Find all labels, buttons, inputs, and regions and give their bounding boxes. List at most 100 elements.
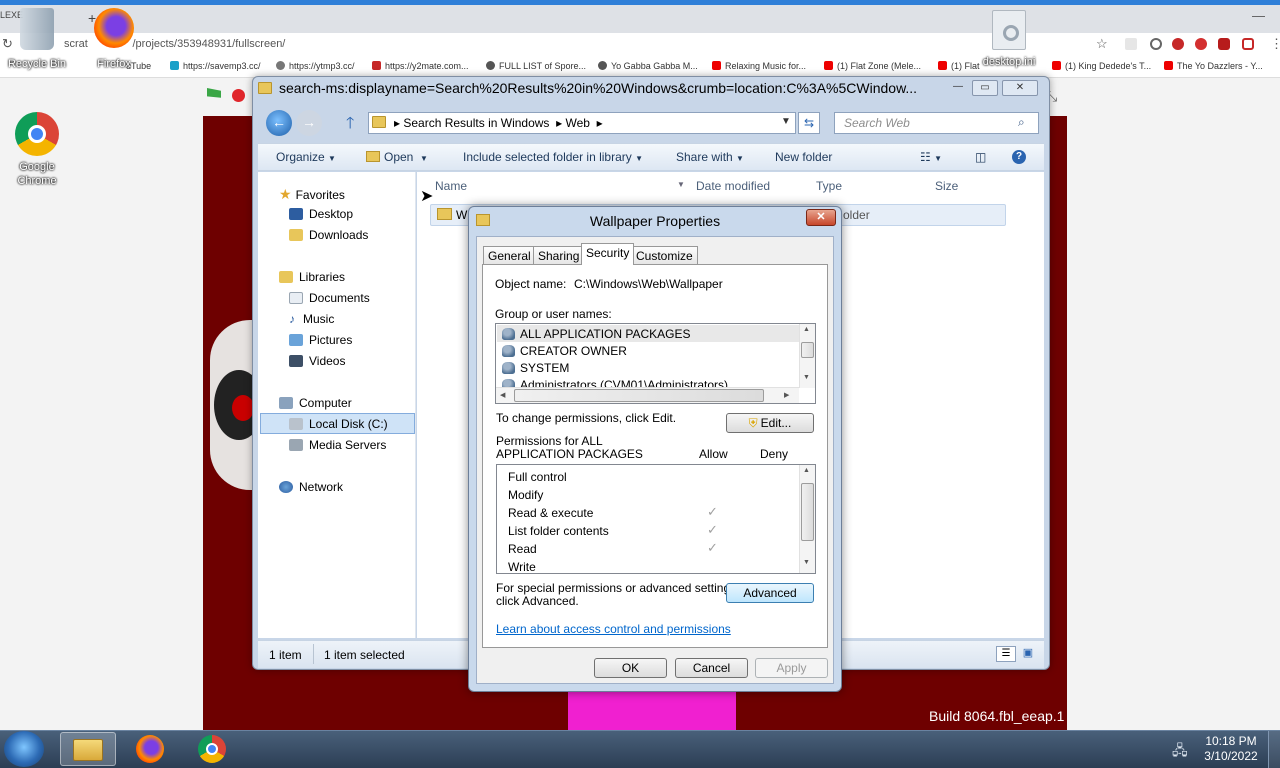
bookmark-item[interactable]: https://ytmp3.cc/ <box>276 61 355 71</box>
organize-button[interactable]: Organize ▼ <box>276 150 336 164</box>
share-with-button[interactable]: Share with ▼ <box>676 150 744 164</box>
bookmark-item[interactable]: The Yo Dazzlers - Y... <box>1164 61 1263 71</box>
extension-icon[interactable] <box>1172 38 1184 50</box>
nav-item-network[interactable]: Network <box>279 480 343 494</box>
start-button[interactable] <box>4 731 44 767</box>
bookmark-item[interactable]: (1) Flat <box>938 61 980 71</box>
nav-item-computer[interactable]: Computer <box>279 396 352 410</box>
extension-icon[interactable] <box>1195 38 1207 50</box>
extension-icon[interactable] <box>1150 38 1162 50</box>
tab-sharing[interactable]: Sharing <box>533 246 585 264</box>
taskbar-chrome[interactable] <box>184 732 240 766</box>
view-options-icon[interactable]: ☷ ▼ <box>920 150 942 164</box>
new-folder-button[interactable]: New folder <box>775 150 832 164</box>
up-arrow-icon[interactable]: 🡑 <box>346 112 354 139</box>
cancel-button[interactable]: Cancel <box>675 658 748 678</box>
firefox-icon <box>94 8 134 48</box>
ok-button[interactable]: OK <box>594 658 667 678</box>
folder-icon <box>366 151 380 162</box>
column-header-name[interactable]: Name <box>435 179 467 193</box>
build-label: Build 8064.fbl_eeap.1 <box>929 708 1065 724</box>
videos-icon <box>289 355 303 367</box>
apply-button[interactable]: Apply <box>755 658 828 678</box>
nav-item-desktop[interactable]: Desktop <box>289 207 353 221</box>
vertical-scrollbar[interactable]: ▲ ▼ <box>799 465 815 573</box>
refresh-button[interactable]: ⇆ <box>798 112 820 134</box>
taskbar-firefox[interactable] <box>122 732 178 766</box>
vertical-scrollbar[interactable]: ▲ ▼ <box>799 324 815 388</box>
system-clock[interactable]: 10:18 PM 3/10/2022 <box>1196 734 1266 764</box>
learn-more-link[interactable]: Learn about access control and permissio… <box>496 622 731 636</box>
allow-column-label: Allow <box>699 447 728 461</box>
network-tray-icon[interactable]: 🖧 <box>1172 740 1188 764</box>
nav-item-videos[interactable]: Videos <box>289 354 345 368</box>
nav-item-favorites[interactable]: ★ Favorites <box>279 186 345 203</box>
maximize-button[interactable]: ▭ <box>972 80 998 96</box>
tab-security[interactable]: Security <box>581 243 635 265</box>
bookmark-item[interactable]: https://savemp3.cc/ <box>170 61 261 71</box>
nav-item-local-disk[interactable]: Local Disk (C:) <box>289 417 388 431</box>
tab-customize[interactable]: Customize <box>631 246 698 264</box>
nav-item-libraries[interactable]: Libraries <box>279 270 345 284</box>
nav-item-media-servers[interactable]: Media Servers <box>289 438 386 452</box>
large-icons-view-icon[interactable]: ▣ <box>1020 646 1036 662</box>
column-header-type[interactable]: Type <box>816 179 842 193</box>
firefox-icon <box>136 735 164 763</box>
downloads-icon <box>289 229 303 241</box>
nav-item-music[interactable]: ♪ Music <box>289 312 334 326</box>
details-view-icon[interactable]: ☰ <box>996 646 1016 662</box>
preview-pane-icon[interactable]: ◫ <box>975 150 986 164</box>
minimize-button[interactable]: — <box>946 80 970 96</box>
desktop-icon-firefox[interactable]: Firefox <box>84 8 144 70</box>
breadcrumb-item[interactable]: Web <box>565 116 589 130</box>
chevron-down-icon[interactable]: ▼ <box>677 180 685 189</box>
group-names-list[interactable]: ALL APPLICATION PACKAGES CREATOR OWNER S… <box>495 323 816 404</box>
edit-button[interactable]: ⛨ Edit... <box>726 413 814 433</box>
help-icon[interactable]: ? <box>1012 150 1026 164</box>
close-button[interactable]: ✕ <box>1002 80 1038 96</box>
taskbar-explorer[interactable] <box>60 732 116 766</box>
bookmark-item[interactable]: FULL LIST of Spore... <box>486 61 586 71</box>
nav-item-pictures[interactable]: Pictures <box>289 333 352 347</box>
horizontal-scrollbar[interactable]: ◀ ▶ <box>496 387 799 403</box>
nav-item-downloads[interactable]: Downloads <box>289 228 368 242</box>
tab-general[interactable]: General <box>483 246 536 264</box>
bookmark-item[interactable]: Relaxing Music for... <box>712 61 806 71</box>
extension-icon[interactable] <box>1125 38 1137 50</box>
desktop-icon-desktop-ini[interactable]: desktop.ini <box>978 10 1040 68</box>
status-item-count: 1 item <box>269 648 302 662</box>
bookmark-item[interactable]: (1) Flat Zone (Mele... <box>824 61 921 71</box>
extension-icon[interactable] <box>1218 38 1230 50</box>
show-desktop-button[interactable] <box>1268 731 1280 768</box>
pictures-icon <box>289 334 303 346</box>
recycle-bin-icon <box>20 8 54 50</box>
forward-button[interactable]: → <box>296 110 322 136</box>
dialog-close-button[interactable]: ✕ <box>806 209 836 226</box>
search-icon[interactable]: ⌕ <box>1018 115 1025 130</box>
breadcrumb-item[interactable]: Search Results in Windows <box>403 116 549 130</box>
nav-item-documents[interactable]: Documents <box>289 291 370 305</box>
stop-icon[interactable] <box>232 89 245 102</box>
column-header-size[interactable]: Size <box>935 179 958 193</box>
dialog-title: Wallpaper Properties <box>589 213 721 229</box>
list-item[interactable]: ALL APPLICATION PACKAGES <box>502 327 691 341</box>
bookmark-item[interactable]: Yo Gabba Gabba M... <box>598 61 698 71</box>
column-header-date[interactable]: Date modified <box>696 179 770 193</box>
special-permissions-text: For special permissions or advanced sett… <box>496 581 740 595</box>
bookmark-star-icon[interactable]: ☆ <box>1096 36 1108 52</box>
open-button[interactable]: Open ▼ <box>366 150 428 164</box>
list-item[interactable]: SYSTEM <box>502 361 569 375</box>
bookmark-item[interactable]: https://y2mate.com... <box>372 61 469 71</box>
chevron-down-icon[interactable]: ▼ <box>781 116 791 127</box>
extension-icon[interactable] <box>1242 38 1254 50</box>
deny-column-label: Deny <box>760 447 789 461</box>
desktop-icon-recycle-bin[interactable]: Recycle Bin <box>2 8 72 70</box>
desktop-icon-chrome[interactable]: Google Chrome <box>6 112 68 188</box>
menu-icon[interactable]: ⋮ <box>1270 36 1280 52</box>
minimize-icon[interactable]: — <box>1252 8 1265 23</box>
bookmark-item[interactable]: (1) King Dedede's T... <box>1052 61 1151 71</box>
back-button[interactable]: ← <box>266 110 292 136</box>
list-item[interactable]: CREATOR OWNER <box>502 344 627 358</box>
advanced-button[interactable]: Advanced <box>726 583 814 603</box>
include-in-library-button[interactable]: Include selected folder in library ▼ <box>463 150 643 164</box>
